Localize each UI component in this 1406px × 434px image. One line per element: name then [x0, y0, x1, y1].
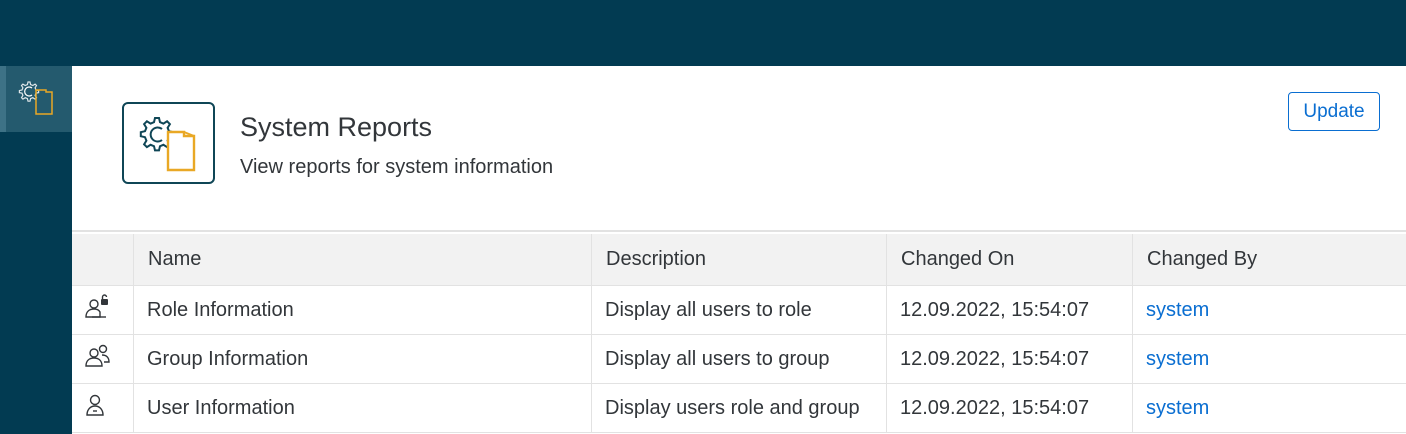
table-header-row: Name Description Changed On Changed By — [72, 234, 1406, 286]
group-icon — [84, 342, 112, 376]
row-name: User Information — [133, 384, 591, 432]
table-row[interactable]: Role Information Display all users to ro… — [72, 286, 1406, 335]
column-header-changed-on[interactable]: Changed On — [886, 234, 1132, 285]
shell-bar — [0, 0, 1406, 66]
sidebar-item-system-reports[interactable] — [0, 66, 72, 132]
page-subtitle: View reports for system information — [240, 156, 554, 178]
row-description: Display all users to role — [591, 286, 886, 334]
row-changed-by-link[interactable]: system — [1132, 286, 1406, 334]
page-title: System Reports — [240, 112, 433, 142]
role-lock-icon — [84, 293, 112, 327]
row-changed-by-link[interactable]: system — [1132, 384, 1406, 432]
update-button[interactable]: Update — [1288, 92, 1380, 131]
system-reports-icon — [16, 78, 56, 121]
row-changed-on: 12.09.2022, 15:54:07 — [886, 335, 1132, 383]
row-name: Group Information — [133, 335, 591, 383]
main-content: System Reports View reports for system i… — [72, 66, 1406, 434]
column-header-description[interactable]: Description — [591, 234, 886, 285]
row-changed-by-link[interactable]: system — [1132, 335, 1406, 383]
column-header-changed-by[interactable]: Changed By — [1132, 234, 1406, 285]
side-navigation — [0, 66, 72, 434]
selection-indicator — [0, 66, 6, 132]
table-row[interactable]: User Information Display users role and … — [72, 384, 1406, 433]
column-header-name[interactable]: Name — [133, 234, 591, 285]
page-header: System Reports View reports for system i… — [72, 66, 1406, 232]
row-changed-on: 12.09.2022, 15:54:07 — [886, 286, 1132, 334]
row-changed-on: 12.09.2022, 15:54:07 — [886, 384, 1132, 432]
row-description: Display users role and group — [591, 384, 886, 432]
row-description: Display all users to group — [591, 335, 886, 383]
column-header-icon — [72, 234, 133, 285]
row-name: Role Information — [133, 286, 591, 334]
table-row[interactable]: Group Information Display all users to g… — [72, 335, 1406, 384]
system-reports-icon — [122, 102, 215, 184]
user-icon — [84, 391, 112, 425]
